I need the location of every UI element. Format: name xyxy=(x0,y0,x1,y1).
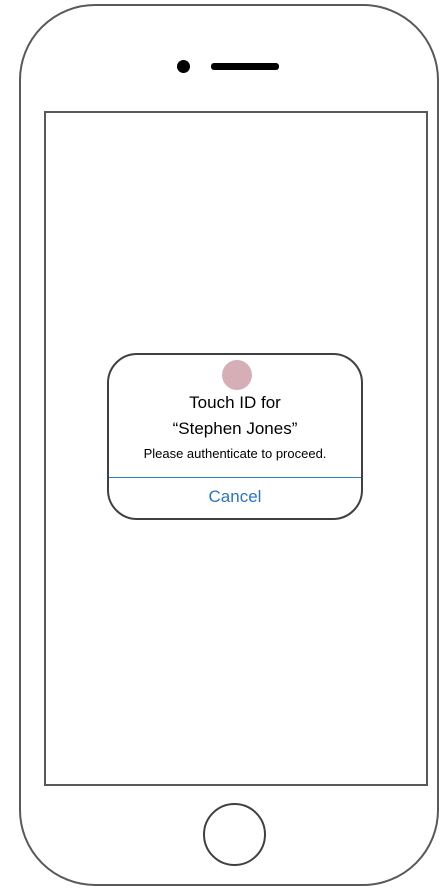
touch-id-dialog: Touch ID for “Stephen Jones” Please auth… xyxy=(107,353,363,520)
cancel-button[interactable]: Cancel xyxy=(109,481,361,515)
dialog-divider xyxy=(109,477,361,478)
speaker-icon xyxy=(211,63,279,70)
home-button[interactable] xyxy=(203,803,266,866)
front-camera-icon xyxy=(177,60,190,73)
dialog-message: Please authenticate to proceed. xyxy=(143,446,327,461)
dialog-title-line-1: Touch ID for xyxy=(189,393,281,412)
fingerprint-icon xyxy=(222,360,252,390)
dialog-title-line-2: “Stephen Jones” xyxy=(172,419,298,438)
